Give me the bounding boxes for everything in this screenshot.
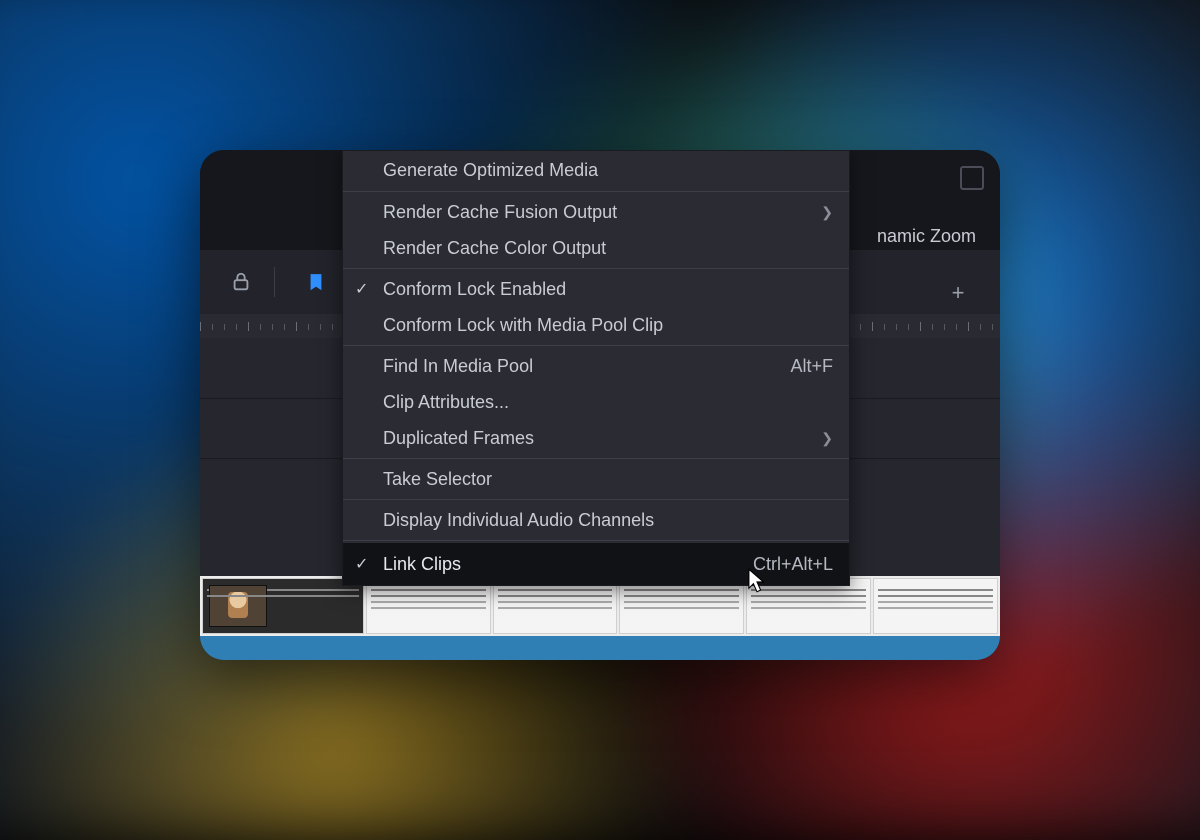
top-right-checkbox[interactable] bbox=[960, 166, 984, 190]
check-icon: ✓ bbox=[355, 554, 368, 574]
menu-item-label: Find In Media Pool bbox=[383, 356, 533, 377]
thumbnail[interactable] bbox=[873, 578, 998, 634]
menu-item-clip-attributes[interactable]: Clip Attributes... bbox=[343, 384, 849, 420]
menu-item-shortcut: Alt+F bbox=[760, 356, 833, 377]
menu-separator bbox=[343, 345, 849, 346]
lock-icon[interactable] bbox=[226, 267, 256, 297]
menu-separator bbox=[343, 540, 849, 541]
menu-item-take-selector[interactable]: Take Selector bbox=[343, 461, 849, 497]
thumbnail[interactable] bbox=[493, 578, 618, 634]
menu-item-conform-lock-with-media-pool-clip[interactable]: Conform Lock with Media Pool Clip bbox=[343, 307, 849, 343]
menu-item-render-cache-color-output[interactable]: Render Cache Color Output bbox=[343, 230, 849, 266]
add-button[interactable]: + bbox=[946, 280, 970, 304]
menu-separator bbox=[343, 499, 849, 500]
thumbnail[interactable] bbox=[366, 578, 491, 634]
menu-item-label: Generate Optimized Media bbox=[383, 160, 598, 181]
thumbnail[interactable] bbox=[202, 578, 364, 634]
menu-item-label: Conform Lock with Media Pool Clip bbox=[383, 315, 663, 336]
menu-item-duplicated-frames[interactable]: Duplicated Frames ❯ bbox=[343, 420, 849, 456]
menu-item-label: Clip Attributes... bbox=[383, 392, 509, 413]
menu-item-conform-lock-enabled[interactable]: ✓ Conform Lock Enabled bbox=[343, 271, 849, 307]
menu-item-shortcut: Ctrl+Alt+L bbox=[723, 554, 833, 575]
menu-item-label: Render Cache Fusion Output bbox=[383, 202, 617, 223]
menu-item-label: Conform Lock Enabled bbox=[383, 279, 566, 300]
menu-item-render-cache-fusion-output[interactable]: Render Cache Fusion Output ❯ bbox=[343, 194, 849, 230]
menu-item-generate-optimized-media[interactable]: Generate Optimized Media bbox=[343, 151, 849, 189]
screenshot-card: namic Zoom + 01:01:14:00 Generate Optim bbox=[200, 150, 1000, 660]
menu-item-label: Link Clips bbox=[383, 554, 461, 575]
menu-separator bbox=[343, 458, 849, 459]
menu-item-label: Take Selector bbox=[383, 469, 492, 490]
menu-item-display-individual-audio-channels[interactable]: Display Individual Audio Channels bbox=[343, 502, 849, 538]
bookmark-icon[interactable] bbox=[301, 267, 331, 297]
menu-item-find-in-media-pool[interactable]: Find In Media Pool Alt+F bbox=[343, 348, 849, 384]
bottom-taskbar bbox=[200, 636, 1000, 660]
thumbnail[interactable] bbox=[619, 578, 744, 634]
menu-item-label: Duplicated Frames bbox=[383, 428, 534, 449]
menu-item-label: Display Individual Audio Channels bbox=[383, 510, 654, 531]
menu-item-label: Render Cache Color Output bbox=[383, 238, 606, 259]
menu-separator bbox=[343, 268, 849, 269]
context-menu: Generate Optimized Media Render Cache Fus… bbox=[342, 150, 850, 586]
thumbnail[interactable] bbox=[746, 578, 871, 634]
chevron-right-icon: ❯ bbox=[821, 204, 833, 221]
check-icon: ✓ bbox=[355, 279, 368, 299]
chevron-right-icon: ❯ bbox=[821, 430, 833, 447]
dynamic-zoom-label[interactable]: namic Zoom bbox=[877, 226, 976, 247]
menu-item-link-clips[interactable]: ✓ Link Clips Ctrl+Alt+L bbox=[343, 543, 849, 585]
toolbar-separator bbox=[274, 267, 275, 297]
menu-separator bbox=[343, 191, 849, 192]
